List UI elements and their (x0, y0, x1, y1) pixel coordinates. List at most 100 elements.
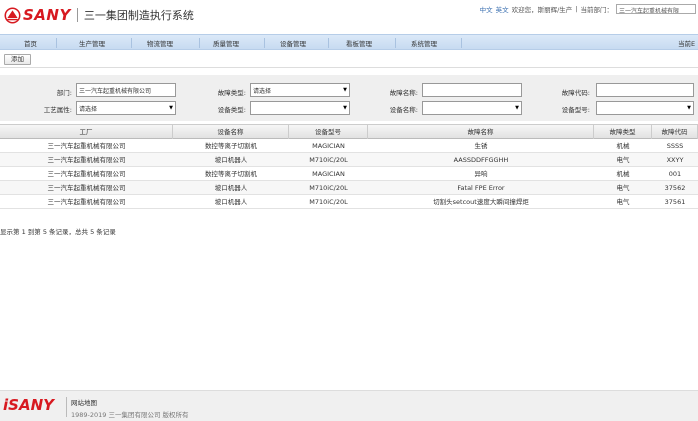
nav-separator (461, 38, 462, 48)
cell-fault-type: 机械 (616, 142, 630, 150)
cell-fault-name: 异响 (474, 170, 488, 178)
table-header: 工厂 设备名称 设备型号 故障名称 故障类型 故障代码 (0, 124, 698, 139)
nav-item-quality[interactable]: 质量管理 (213, 38, 239, 48)
fault-type-value: 请选择 (253, 88, 272, 95)
nav-current-label: 当前E (678, 40, 696, 48)
nav-item-production[interactable]: 生产管理 (79, 38, 105, 48)
cell-factory: 三一汽车起重机械有限公司 (47, 156, 126, 164)
nav-separator (131, 38, 132, 48)
header-right: 中文 英文 欢迎您，斯丽辉/生产 | 当前部门： 三一汽车起重机械有限 (480, 4, 696, 14)
logo-divider (76, 8, 78, 22)
chevron-down-icon: ▼ (343, 105, 347, 111)
equip-type-select[interactable]: ▼ (250, 101, 350, 115)
equip-name-label: 设备名称: (389, 106, 418, 114)
table-row[interactable]: 三一汽车起重机械有限公司 数控等离子切割机 MAGICIAN 生锈 机械 SSS… (0, 139, 698, 153)
cell-fault-name: AASSDDFFGGHH (453, 156, 509, 164)
system-title: 三一集团制造执行系统 (83, 9, 194, 22)
table-row[interactable]: 三一汽车起重机械有限公司 坡口机器人 M710iC/20L AASSDDFFGG… (0, 153, 698, 167)
cell-fault-code: 001 (668, 170, 682, 178)
cell-factory: 三一汽车起重机械有限公司 (47, 184, 126, 192)
dept-field[interactable]: 三一汽车起重机械有限公司 (76, 83, 176, 97)
cell-fault-type: 电气 (616, 184, 630, 192)
cell-equip-model: M710iC/20L (309, 198, 348, 206)
table-row[interactable]: 三一汽车起重机械有限公司 坡口机器人 M710iC/20L Fatal FPE … (0, 181, 698, 195)
column-header-fault-name[interactable]: 故障名称 (368, 125, 594, 139)
cell-equip-name: 数控等离子切割机 (205, 170, 257, 178)
column-header-equip-model[interactable]: 设备型号 (289, 125, 368, 139)
table-row[interactable]: 三一汽车起重机械有限公司 坡口机器人 M710iC/20L 切割头setcout… (0, 195, 698, 209)
sitemap-link[interactable]: 网站地图 (71, 397, 97, 407)
pagination-info: 显示第 1 到第 5 条记录，总共 5 条记录 (0, 228, 116, 236)
cell-fault-code: 37562 (664, 184, 686, 192)
logo-text: SANY (23, 6, 71, 24)
fault-name-field[interactable] (422, 83, 522, 97)
cell-equip-name: 坡口机器人 (214, 184, 248, 192)
cell-fault-name: 生锈 (474, 142, 488, 150)
cell-equip-model: M710iC/20L (309, 184, 348, 192)
chevron-down-icon: ▼ (343, 87, 347, 93)
footer-divider (66, 397, 67, 417)
nav-item-home[interactable]: 首页 (24, 38, 37, 48)
column-header-fault-type[interactable]: 故障类型 (594, 125, 652, 139)
lang-english-link[interactable]: 英文 (496, 4, 509, 14)
chevron-down-icon: ▼ (169, 105, 173, 111)
cell-equip-name: 坡口机器人 (214, 198, 248, 206)
footer-brand: SANY (8, 396, 54, 414)
sany-logo[interactable]: SANY 三一集团制造执行系统 (4, 6, 194, 24)
nav-item-equipment[interactable]: 设备管理 (280, 38, 306, 48)
nav-separator (264, 38, 265, 48)
equip-model-label: 设备型号: (561, 106, 590, 114)
fault-code-field[interactable] (596, 83, 694, 97)
cell-fault-name: 切割头setcout速度大瞬间撞焊炬 (433, 198, 529, 206)
dept-label: 部门: (56, 89, 72, 97)
table-row[interactable]: 三一汽车起重机械有限公司 数控等离子切割机 MAGICIAN 异响 机械 001 (0, 167, 698, 181)
cell-fault-code: SSSS (666, 142, 684, 150)
cell-fault-type: 机械 (616, 170, 630, 178)
process-attr-label: 工艺属性: (43, 106, 72, 114)
fault-code-label: 故障代码: (561, 89, 590, 97)
equip-name-select[interactable]: ▼ (422, 101, 522, 115)
nav-separator (328, 38, 329, 48)
fault-type-label: 故障类型: (217, 89, 246, 97)
main-nav: 首页 生产管理 物流管理 质量管理 设备管理 看板管理 系统管理 当前E (0, 34, 698, 50)
separator: | (575, 5, 578, 13)
cell-factory: 三一汽车起重机械有限公司 (47, 170, 126, 178)
nav-item-dashboard[interactable]: 看板管理 (346, 38, 372, 48)
cell-fault-type: 电气 (616, 156, 630, 164)
cell-factory: 三一汽车起重机械有限公司 (47, 142, 126, 150)
nav-item-system[interactable]: 系统管理 (411, 38, 437, 48)
equip-model-select[interactable]: ▼ (596, 101, 694, 115)
cell-equip-model: MAGICIAN (312, 142, 345, 150)
footer-logo: iSANY (3, 396, 54, 414)
current-dept-select[interactable]: 三一汽车起重机械有限 (616, 4, 696, 14)
page-footer: iSANY 网站地图 1989-2019 三一集团有限公司 版权所有 (0, 390, 698, 421)
welcome-text: 欢迎您，斯丽辉/生产 (511, 6, 573, 14)
cell-equip-model: M710iC/20L (309, 156, 348, 164)
chevron-down-icon: ▼ (515, 105, 519, 111)
cell-equip-name: 坡口机器人 (214, 156, 248, 164)
lang-chinese-link[interactable]: 中文 (480, 4, 493, 14)
cell-fault-code: 37561 (664, 198, 686, 206)
nav-separator (199, 38, 200, 48)
filter-panel: 部门: 三一汽车起重机械有限公司 故障类型: 请选择 ▼ 故障名称: 故障代码:… (0, 75, 698, 121)
cell-equip-model: MAGICIAN (312, 170, 345, 178)
fault-name-label: 故障名称: (389, 89, 418, 97)
sany-logo-icon (4, 7, 21, 24)
column-header-equip-name[interactable]: 设备名称 (173, 125, 289, 139)
process-attr-value: 请选择 (79, 106, 98, 113)
cell-equip-name: 数控等离子切割机 (205, 142, 257, 150)
app-header: SANY 三一集团制造执行系统 中文 英文 欢迎您，斯丽辉/生产 | 当前部门：… (0, 0, 698, 34)
process-attr-select[interactable]: 请选择 ▼ (76, 101, 176, 115)
add-button[interactable]: 添加 (4, 54, 31, 65)
nav-separator (56, 38, 57, 48)
fault-type-select[interactable]: 请选择 ▼ (250, 83, 350, 97)
column-header-factory[interactable]: 工厂 (0, 125, 173, 139)
chevron-down-icon: ▼ (687, 105, 691, 111)
equip-type-label: 设备类型: (217, 106, 246, 114)
nav-item-logistics[interactable]: 物流管理 (147, 38, 173, 48)
column-header-fault-code[interactable]: 故障代码 (652, 125, 698, 139)
cell-fault-type: 电气 (616, 198, 630, 206)
copyright-text: 1989-2019 三一集团有限公司 版权所有 (71, 411, 189, 419)
toolbar: 添加 (0, 51, 698, 68)
cell-factory: 三一汽车起重机械有限公司 (47, 198, 126, 206)
